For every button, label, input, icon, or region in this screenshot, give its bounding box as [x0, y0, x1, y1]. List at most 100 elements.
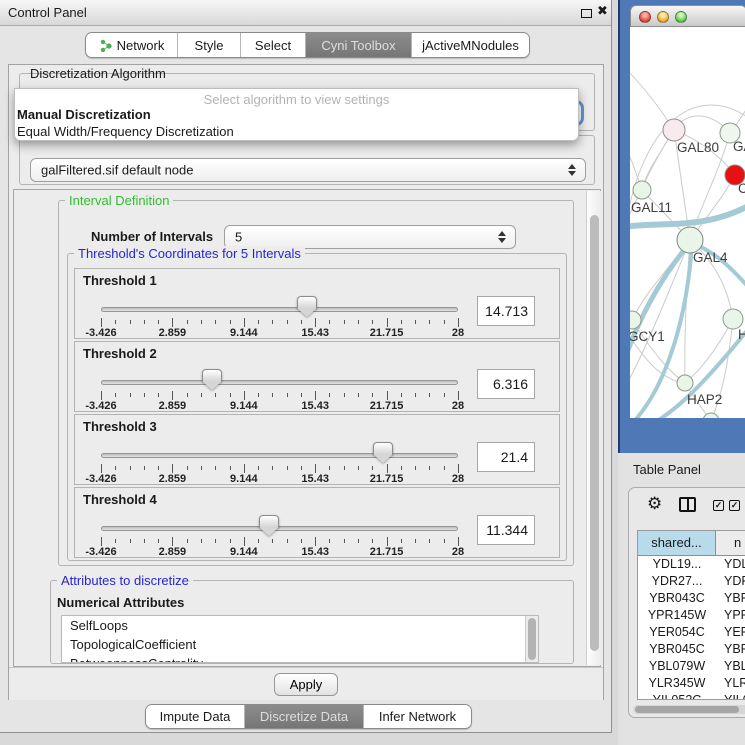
- tab-impute-data[interactable]: Impute Data: [146, 705, 244, 728]
- threshold-value-field[interactable]: 21.4: [477, 442, 535, 472]
- attribute-list-item[interactable]: SelfLoops: [62, 616, 538, 635]
- checkbox-icon[interactable]: ✓: [713, 500, 724, 511]
- network-node[interactable]: [677, 375, 693, 391]
- dropdown-option-equal-width[interactable]: Equal Width/Frequency Discretization: [15, 123, 578, 140]
- tick-mark: [301, 466, 302, 470]
- slider-tick-labels: -3.4262.8599.14415.4321.71528: [101, 327, 458, 339]
- numerical-attributes-list[interactable]: SelfLoopsTopologicalCoefficientBetweenne…: [61, 615, 539, 663]
- attribute-list-item[interactable]: BetweennessCentrality: [62, 654, 538, 663]
- tick-mark: [444, 393, 445, 397]
- threshold-slider[interactable]: -3.4262.8599.14415.4321.71528: [75, 488, 475, 559]
- cell-shared-name: YDR27...: [638, 573, 716, 590]
- tick-label: -3.426: [85, 473, 116, 485]
- network-window-titlebar[interactable]: [630, 5, 745, 27]
- tick-mark: [444, 320, 445, 324]
- slider-track[interactable]: [101, 380, 458, 385]
- table-horizontal-scrollbar[interactable]: [633, 705, 745, 714]
- tick-mark: [329, 466, 330, 470]
- slider-thumb[interactable]: [202, 369, 222, 390]
- tick-mark: [201, 466, 202, 470]
- float-window-icon[interactable]: [581, 9, 592, 18]
- slider-track[interactable]: [101, 307, 458, 312]
- slider-thumb[interactable]: [259, 515, 279, 536]
- tick-mark: [244, 464, 245, 473]
- tab-style[interactable]: Style: [177, 33, 240, 57]
- cell-shared-name: YDL19...: [638, 556, 716, 573]
- minimize-traffic-light-icon[interactable]: [657, 11, 669, 23]
- apply-button[interactable]: Apply: [274, 673, 338, 696]
- group-title: Discretization Algorithm: [26, 66, 170, 81]
- tick-mark: [301, 539, 302, 543]
- cell-name: YBR0: [716, 590, 745, 607]
- table-row[interactable]: YLR345WYLR3: [638, 675, 745, 692]
- tick-mark: [272, 320, 273, 324]
- slider-tick-labels: -3.4262.8599.14415.4321.71528: [101, 473, 458, 485]
- tab-infer-network[interactable]: Infer Network: [363, 705, 471, 728]
- threshold-value-field[interactable]: 6.316: [477, 369, 535, 399]
- control-panel-titlebar[interactable]: Control Panel ✖: [0, 0, 611, 26]
- cell-shared-name: YBR045C: [638, 641, 716, 658]
- threshold-value-field[interactable]: 14.713: [477, 296, 535, 326]
- scrollbar-thumb[interactable]: [635, 706, 739, 713]
- tick-mark: [387, 318, 388, 327]
- tick-mark: [101, 318, 102, 327]
- zoom-traffic-light-icon[interactable]: [675, 11, 687, 23]
- table-row[interactable]: YDR27...YDR2: [638, 573, 745, 590]
- tick-mark: [458, 464, 459, 473]
- network-node[interactable]: [633, 181, 651, 199]
- tab-jactivemnodules[interactable]: jActiveMNodules: [411, 33, 529, 57]
- checkbox-icon[interactable]: ✓: [729, 500, 740, 511]
- slider-track[interactable]: [101, 526, 458, 531]
- settings-scroll-panel: Interval Definition Number of Intervals …: [13, 189, 601, 667]
- tick-label: 2.859: [159, 473, 187, 485]
- threshold-slider[interactable]: -3.4262.8599.14415.4321.71528: [75, 269, 475, 340]
- table-row[interactable]: YER054CYER0: [638, 624, 745, 641]
- tab-cyni-toolbox[interactable]: Cyni Toolbox: [305, 33, 411, 57]
- tick-label: 9.144: [230, 327, 258, 339]
- tick-label: 9.144: [230, 546, 258, 558]
- tick-mark: [230, 466, 231, 470]
- tick-mark: [315, 391, 316, 400]
- column-header-name[interactable]: n: [716, 531, 745, 555]
- tick-mark: [415, 320, 416, 324]
- gear-icon[interactable]: ⚙: [647, 494, 662, 514]
- network-icon: [99, 39, 112, 52]
- scrollbar-thumb[interactable]: [590, 215, 599, 651]
- tab-network[interactable]: Network: [86, 33, 177, 57]
- tick-label: 28: [452, 546, 464, 558]
- table-row[interactable]: YBR043CYBR0: [638, 590, 745, 607]
- split-columns-icon[interactable]: [679, 497, 696, 512]
- tick-label: 21.715: [370, 473, 404, 485]
- tab-discretize-data[interactable]: Discretize Data: [244, 705, 363, 728]
- table-row[interactable]: YPR145WYPR1: [638, 607, 745, 624]
- settings-vertical-scrollbar[interactable]: [586, 191, 601, 665]
- tick-label: -3.426: [85, 327, 116, 339]
- close-icon[interactable]: ✖: [597, 4, 608, 19]
- close-traffic-light-icon[interactable]: [639, 11, 651, 23]
- tick-mark: [315, 537, 316, 546]
- slider-thumb[interactable]: [373, 442, 393, 463]
- table-row[interactable]: YDL19...YDL1: [638, 556, 745, 573]
- threshold-slider[interactable]: -3.4262.8599.14415.4321.71528: [75, 415, 475, 486]
- tick-mark: [344, 539, 345, 543]
- table-row[interactable]: YBR045CYBR0: [638, 641, 745, 658]
- tick-mark: [429, 539, 430, 543]
- threshold-slider[interactable]: -3.4262.8599.14415.4321.71528: [75, 342, 475, 413]
- slider-track[interactable]: [101, 453, 458, 458]
- table-row[interactable]: YBL079WYBL0: [638, 658, 745, 675]
- tab-select[interactable]: Select: [240, 33, 305, 57]
- network-node[interactable]: [663, 119, 685, 141]
- attribute-list-item[interactable]: TopologicalCoefficient: [62, 635, 538, 654]
- network-node[interactable]: [723, 309, 743, 329]
- scrollbar-thumb[interactable]: [528, 618, 536, 660]
- attributes-list-scrollbar[interactable]: [525, 616, 538, 662]
- tab-label: Discretize Data: [260, 709, 348, 724]
- threshold-value-field[interactable]: 11.344: [477, 515, 535, 545]
- table-data-combobox[interactable]: galFiltered.sif default node: [30, 158, 586, 182]
- column-header-shared-name[interactable]: shared...: [638, 531, 716, 555]
- control-panel-window: Control Panel ✖ Network Style Select Cyn…: [0, 0, 612, 733]
- network-canvas[interactable]: GAL80GACGAL11GAL4GCY1HHAP2: [630, 27, 745, 418]
- dropdown-option-manual[interactable]: Manual Discretization: [15, 106, 578, 123]
- table-row[interactable]: YIL052CYIL0: [638, 692, 745, 700]
- slider-thumb[interactable]: [297, 296, 317, 317]
